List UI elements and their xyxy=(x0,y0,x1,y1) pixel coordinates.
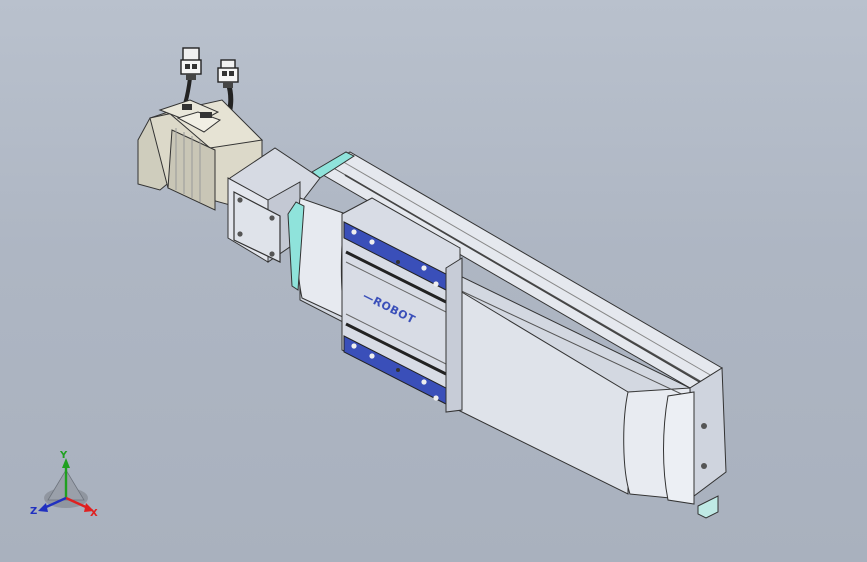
cad-viewport[interactable]: —ROBOT Y X Z xyxy=(0,0,867,562)
y-axis-label: Y xyxy=(59,450,68,461)
connector-1[interactable] xyxy=(180,47,202,80)
z-axis-label: Z xyxy=(30,506,37,517)
linear-actuator-model[interactable]: —ROBOT Y X Z xyxy=(0,0,867,562)
axis-triad[interactable]: Y X Z xyxy=(30,450,98,519)
x-axis-label: X xyxy=(90,508,98,519)
connector-2[interactable] xyxy=(217,59,239,88)
